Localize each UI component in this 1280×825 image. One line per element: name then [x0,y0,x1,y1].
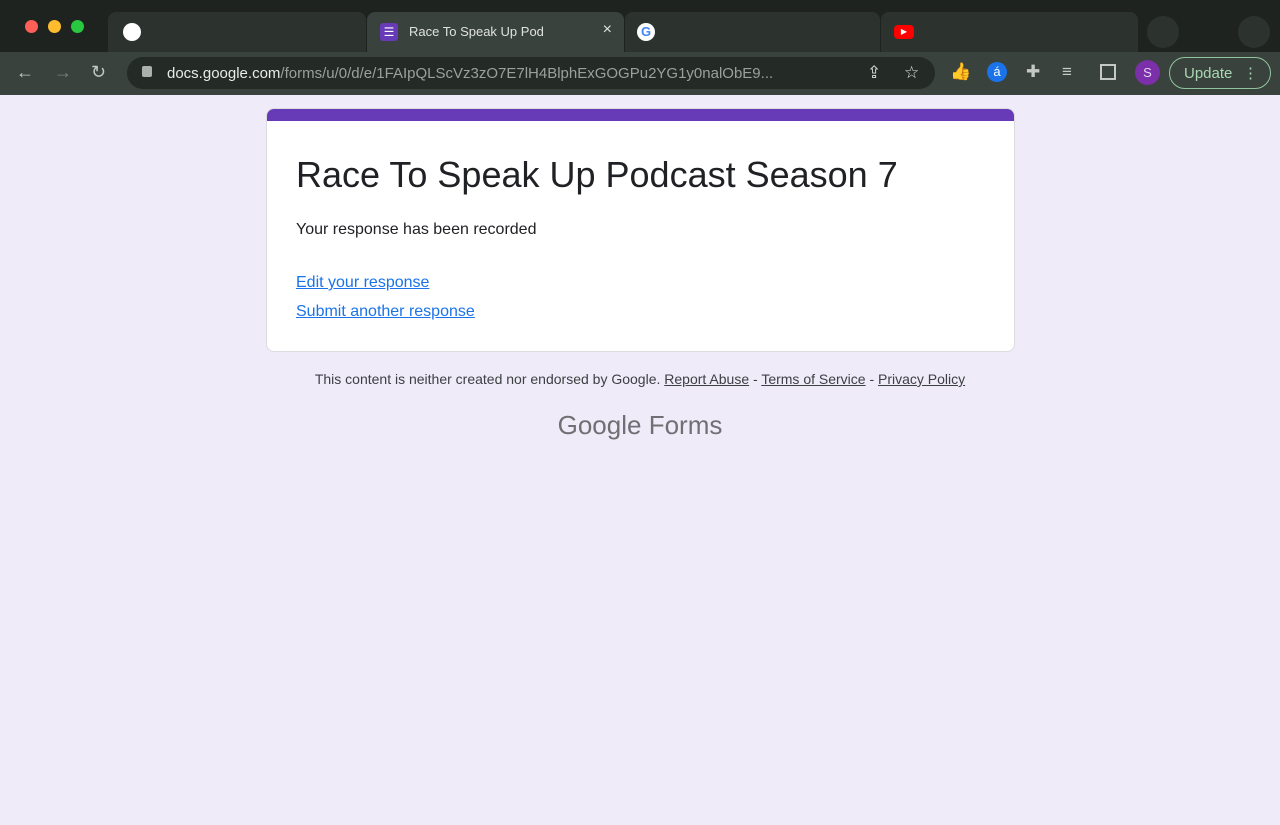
media-control-icon[interactable]: ≡ [1062,62,1072,82]
url-host: docs.google.com [167,65,281,82]
confirmation-message: Your response has been recorded [296,221,537,238]
tab-google-forms[interactable]: ☰ Race To Speak Up Podcast Season 7 × [367,12,624,52]
tab-title: Race To Speak Up Podcast Season 7 [409,24,544,39]
tab-app[interactable] [108,12,366,52]
tab-placeholder[interactable] [1238,16,1270,48]
separator: - [865,371,879,387]
disclaimer-text: This content is neither created nor endo… [314,371,661,387]
url-path: /forms/u/0/d/e/1FAIpQLScVz3zO7E7lH4BlphE… [280,65,774,82]
profile-avatar[interactable]: S [1135,60,1160,85]
reload-icon[interactable]: ↻ [91,62,106,83]
close-tab-icon[interactable]: × [603,21,612,39]
youtube-icon: ▶ [894,25,914,39]
more-menu-icon[interactable]: ⋮ [1243,64,1258,82]
lock-icon [142,66,152,77]
address-bar[interactable]: docs.google.com/forms/u/0/d/e/1FAIpQLScV… [127,57,935,89]
logo-forms: Forms [648,410,723,440]
share-icon[interactable]: ⇪ [867,63,881,83]
edit-response-link[interactable]: Edit your response [296,274,429,292]
update-label: Update [1184,65,1233,82]
form-confirmation-card: Race To Speak Up Podcast Season 7 Your r… [266,108,1015,352]
tab-google[interactable]: G [625,12,880,52]
terms-of-service-link[interactable]: Terms of Service [761,371,865,387]
tab-placeholder[interactable] [1147,16,1179,48]
tab-youtube[interactable]: ▶ [881,12,1138,52]
forward-icon[interactable]: → [54,62,72,83]
form-accent-bar [267,109,1014,121]
submit-another-response-link[interactable]: Submit another response [296,303,475,321]
google-icon: G [637,23,655,41]
maximize-window-button[interactable] [71,20,84,33]
close-window-button[interactable] [25,20,38,33]
logo-google: Google [557,410,642,440]
browser-chrome: ☰ Race To Speak Up Podcast Season 7 × G … [0,0,1280,95]
report-abuse-link[interactable]: Report Abuse [664,371,749,387]
separator: - [749,371,762,387]
google-forms-logo[interactable]: Google Forms [0,410,1280,441]
app-logo-icon [123,23,141,41]
google-forms-icon: ☰ [380,23,398,41]
tab-bar: ☰ Race To Speak Up Podcast Season 7 × G … [0,0,1280,52]
toolbar: ← → ↻ docs.google.com/forms/u/0/d/e/1FAI… [0,52,1280,95]
translate-extension-icon[interactable]: á [987,62,1007,82]
extensions-puzzle-icon[interactable]: ✚ [1026,62,1040,82]
back-icon[interactable]: ← [16,62,34,83]
form-title: Race To Speak Up Podcast Season 7 [296,154,898,195]
update-button[interactable]: Update ⋮ [1169,57,1271,89]
privacy-policy-link[interactable]: Privacy Policy [878,371,965,387]
minimize-window-button[interactable] [48,20,61,33]
bookmark-star-icon[interactable]: ☆ [904,63,919,83]
footer: This content is neither created nor endo… [0,371,1280,387]
side-panel-icon[interactable] [1100,64,1116,80]
thumbs-up-extension-icon[interactable]: 👍 [950,62,971,82]
